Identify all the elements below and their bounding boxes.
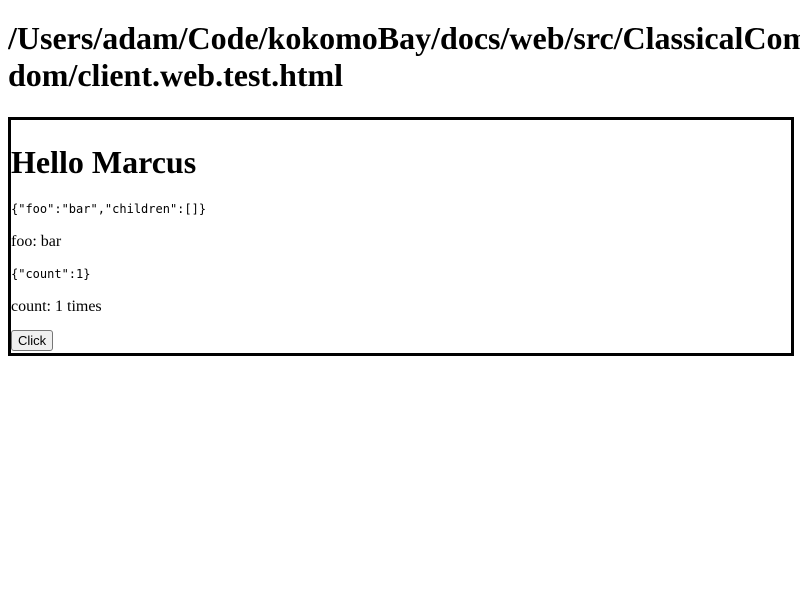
greeting-heading: Hello Marcus <box>11 144 197 180</box>
foo-text: foo: bar <box>11 233 62 250</box>
props-json: {"foo":"bar","children":[]} <box>11 202 207 216</box>
component-container: Hello Marcus {"foo":"bar","children":[]}… <box>8 117 794 356</box>
page-title-line-1: /Users/adam/Code/kokomoBay/docs/web/src/… <box>8 20 800 56</box>
state-json: {"count":1} <box>11 267 91 281</box>
count-text: count: 1 times <box>11 298 102 315</box>
click-button[interactable]: Click <box>11 330 54 351</box>
page-title-line-2: dom/client.web.test.html <box>8 57 344 93</box>
page-title: /Users/adam/Code/kokomoBay/docs/web/src/… <box>8 20 800 94</box>
